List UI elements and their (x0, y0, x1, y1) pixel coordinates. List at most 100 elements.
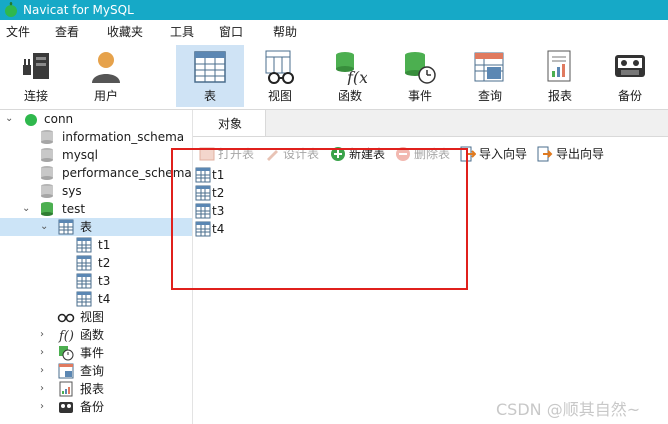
toolbar-function-label: 函数 (337, 89, 362, 103)
import-wizard-label: 导入向导 (479, 147, 528, 161)
toolbar-report-label: 报表 (547, 89, 572, 103)
tree-table-t4[interactable]: t4 (0, 290, 192, 308)
report-icon (59, 381, 73, 397)
tree-tables-label: 表 (80, 220, 93, 234)
tree-table-label: t4 (98, 292, 111, 306)
toolbar-report-button[interactable]: 报表 (526, 45, 594, 107)
expand-chevron-icon[interactable]: › (40, 364, 44, 378)
toolbar-backup-label: 备份 (617, 89, 642, 103)
tree-database-mysql[interactable]: mysql (0, 146, 192, 164)
function-icon: f(x) (336, 52, 367, 85)
report-icon (547, 50, 571, 82)
toolbar-user-label: 用户 (93, 89, 118, 103)
tree-reports-folder[interactable]: › 报表 (0, 380, 192, 398)
highlight-annotation-box (171, 148, 468, 290)
tree-database-information-schema[interactable]: information_schema (0, 128, 192, 146)
toolbar-event-label: 事件 (407, 89, 432, 103)
tree-database-label: sys (62, 184, 82, 198)
toolbar-function-button[interactable]: f(x) 函数 (316, 45, 384, 107)
toolbar-table-label: 表 (203, 89, 216, 103)
tree-backups-folder[interactable]: › 备份 (0, 398, 192, 416)
query-icon (474, 52, 504, 82)
menu-file[interactable]: 文件 (6, 24, 30, 40)
backup-icon (59, 402, 73, 413)
expand-chevron-icon[interactable]: › (40, 346, 44, 360)
toolbar-query-label: 查询 (477, 89, 502, 103)
tree-table-t1[interactable]: t1 (0, 236, 192, 254)
expand-chevron-icon[interactable]: ⌄ (40, 220, 48, 234)
tab-objects[interactable]: 对象 (193, 110, 266, 136)
toolbar-user-button[interactable]: 用户 (72, 45, 140, 107)
table-icon (76, 237, 92, 253)
toolbar-view-button[interactable]: 视图 (246, 45, 314, 107)
tree-functions-label: 函数 (80, 328, 105, 342)
export-wizard-label: 导出向导 (556, 147, 605, 161)
svg-text:f(): f() (58, 329, 74, 343)
tree-database-performance-schema[interactable]: performance_schema (0, 164, 192, 182)
tree-tables-folder[interactable]: ⌄ 表 (0, 218, 192, 236)
connection-icon (25, 114, 37, 126)
tree-connection[interactable]: ⌄ conn (0, 110, 192, 128)
tree-functions-folder[interactable]: › f() 函数 (0, 326, 192, 344)
tree-table-t3[interactable]: t3 (0, 272, 192, 290)
toolbar-query-button[interactable]: 查询 (456, 45, 524, 107)
database-gray-icon (41, 130, 53, 144)
plug-icon (23, 53, 49, 79)
expand-chevron-icon[interactable]: › (40, 328, 44, 342)
tree-database-test[interactable]: ⌄ test (0, 200, 192, 218)
tab-objects-label: 对象 (218, 117, 243, 131)
navigation-tree: ⌄ conn information_schema mysql performa… (0, 110, 193, 424)
toolbar-table-button[interactable]: 表 (176, 45, 244, 107)
view-glasses-icon (265, 50, 294, 84)
menu-favorites[interactable]: 收藏夹 (107, 24, 143, 40)
event-clock-icon (405, 52, 436, 84)
query-icon (58, 363, 74, 379)
backup-icon (615, 55, 645, 77)
table-icon (194, 51, 226, 83)
svg-text:f(x): f(x) (346, 68, 367, 85)
database-gray-icon (41, 166, 53, 180)
export-icon (537, 146, 553, 162)
tree-reports-label: 报表 (80, 382, 105, 396)
menu-tools[interactable]: 工具 (170, 24, 194, 40)
table-icon (76, 273, 92, 289)
menu-bar: 文件 查看 收藏夹 工具 窗口 帮助 (0, 20, 668, 43)
expand-chevron-icon[interactable]: › (40, 400, 44, 414)
tree-connection-label: conn (44, 112, 74, 126)
toolbar-connect-button[interactable]: 连接 (2, 45, 70, 107)
tree-queries-label: 查询 (80, 364, 105, 378)
main-toolbar: 连接 用户 表 视图 f(函数 事件 查询 报表 备份 (0, 43, 668, 110)
tree-views-folder[interactable]: 视图 (0, 308, 192, 326)
event-clock-icon (59, 346, 74, 361)
title-bar: Navicat for MySQL (0, 0, 668, 20)
tab-bar: 对象 (193, 110, 668, 137)
tree-queries-folder[interactable]: › 查询 (0, 362, 192, 380)
navicat-logo-icon (5, 2, 17, 17)
menu-help[interactable]: 帮助 (273, 24, 297, 40)
tree-events-folder[interactable]: › 事件 (0, 344, 192, 362)
tree-views-label: 视图 (80, 310, 105, 324)
function-icon: f() (58, 329, 74, 343)
tree-events-label: 事件 (80, 346, 105, 360)
toolbar-backup-button[interactable]: 备份 (596, 45, 664, 107)
menu-window[interactable]: 窗口 (219, 24, 243, 40)
table-icon (58, 219, 74, 235)
user-icon (92, 52, 120, 83)
tree-database-sys[interactable]: sys (0, 182, 192, 200)
tree-database-label: information_schema (62, 130, 185, 144)
database-gray-icon (41, 184, 53, 198)
tree-table-label: t1 (98, 238, 111, 252)
tree-table-t2[interactable]: t2 (0, 254, 192, 272)
table-icon (76, 291, 92, 307)
toolbar-view-label: 视图 (267, 89, 292, 103)
tree-table-label: t3 (98, 274, 111, 288)
database-gray-icon (41, 148, 53, 162)
tree-database-label: test (62, 202, 86, 216)
menu-view[interactable]: 查看 (55, 24, 79, 40)
toolbar-event-button[interactable]: 事件 (386, 45, 454, 107)
toolbar-connect-label: 连接 (23, 89, 48, 103)
tree-table-label: t2 (98, 256, 111, 270)
expand-chevron-icon[interactable]: ⌄ (5, 112, 13, 126)
expand-chevron-icon[interactable]: ⌄ (22, 202, 30, 216)
expand-chevron-icon[interactable]: › (40, 382, 44, 396)
